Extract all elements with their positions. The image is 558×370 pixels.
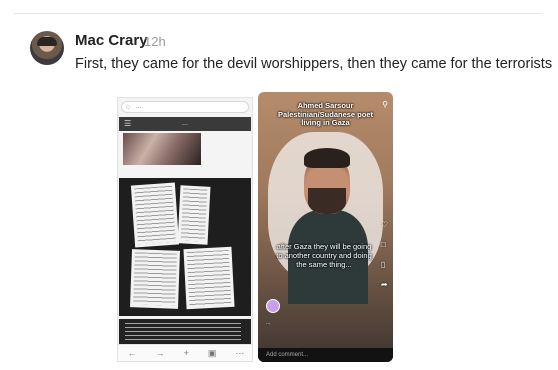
browser-nav-bar: ← → + ▣ ⋯	[118, 344, 252, 361]
bookmark-icon: ▯	[380, 260, 386, 269]
avatar[interactable]	[30, 31, 64, 65]
back-icon: ←	[127, 348, 137, 358]
profile-photo	[123, 133, 201, 165]
document-page	[130, 182, 180, 248]
top-divider	[14, 13, 542, 14]
speaker-beard	[308, 188, 346, 214]
more-icon: ⋯	[235, 347, 245, 358]
video-title-location: living in Gaza	[301, 118, 350, 127]
menu-icon: ☰	[124, 119, 132, 128]
video-caption: after Gaza they will be going to another…	[276, 242, 372, 269]
attached-image-1[interactable]: ○ ... ☰ ... ← → + ▣ ⋯	[117, 97, 253, 362]
add-icon: +	[183, 348, 189, 358]
document-page	[130, 249, 180, 309]
document-page	[183, 246, 235, 310]
forward-icon: →	[155, 348, 165, 358]
tabs-icon: ▣	[207, 347, 217, 358]
post-time[interactable]: 12h	[144, 34, 166, 49]
url-bar: ○ ...	[121, 101, 249, 113]
site-header: ☰ ...	[119, 117, 251, 131]
url-text: ...	[136, 103, 142, 110]
attached-image-2[interactable]: ⚲ Ahmed Sarsour Palestinian/Sudanese poe…	[258, 92, 393, 362]
creator-avatar	[266, 299, 280, 313]
post-text: First, they came for the devil worshippe…	[75, 56, 553, 72]
documents-photo-strip	[119, 319, 251, 345]
music-label: ...	[266, 320, 271, 326]
video-title: Ahmed Sarsour Palestinian/Sudanese poet …	[258, 101, 393, 128]
site-name: ...	[182, 120, 188, 127]
heart-icon: ♡	[380, 220, 388, 229]
speaker-hair	[304, 148, 350, 168]
speaker	[288, 148, 368, 304]
comment-icon: □	[380, 240, 386, 249]
comment-bar: Add comment...	[258, 348, 393, 362]
lock-icon: ○	[126, 104, 131, 111]
video-action-bar: ♡ □ ▯ ➦	[381, 220, 388, 289]
author-name[interactable]: Mac Crary	[75, 32, 148, 49]
documents-photo	[119, 178, 251, 316]
document-page	[177, 185, 211, 245]
share-icon: ➦	[380, 280, 388, 289]
